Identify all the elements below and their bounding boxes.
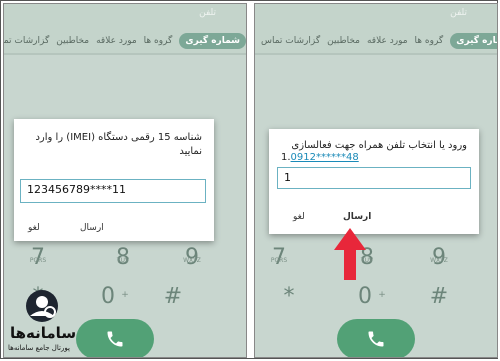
phone-icon [368, 331, 384, 347]
tab-call-logs[interactable]: گزارشات تماس [261, 36, 320, 46]
left-phone-screen: تلفن شماره گیری گروه ها مورد علاقه مخاطب… [3, 3, 247, 358]
tab-favorites[interactable]: مورد علاقه [96, 36, 137, 46]
phone-option[interactable]: 1.0912******48 [281, 152, 359, 163]
key-9-letters: WXYZ [183, 257, 201, 264]
app-title: تلفن [450, 8, 467, 18]
imei-dialog-message: شناسه 15 رقمی دستگاه (IMEI) را وارد نمای… [35, 132, 202, 157]
red-arrow-icon [334, 228, 366, 280]
tab-groups[interactable]: گروه ها [415, 36, 444, 46]
send-button[interactable]: ارسال [343, 212, 371, 222]
app-bar: تلفن شماره گیری گروه ها مورد علاقه مخاطب… [255, 4, 497, 55]
key-7-letters: PQRS [270, 257, 288, 264]
logo-tagline: پورتال جامع سامانه‌ها [8, 344, 70, 352]
activation-dialog-message: ورود یا انتخاب تلفن همراه جهت فعالسازی [291, 140, 467, 151]
send-button[interactable]: ارسال [80, 223, 104, 233]
right-phone-screen: تلفن شماره گیری گروه ها مورد علاقه مخاطب… [254, 3, 498, 358]
app-title: تلفن [199, 8, 216, 18]
logo-name: سامانه‌ها [10, 324, 77, 342]
call-button[interactable] [337, 319, 415, 357]
tab-contacts[interactable]: مخاطبین [327, 36, 360, 46]
tab-call-logs[interactable]: گزارشات تماس [4, 36, 49, 46]
tab-bar: شماره گیری گروه ها مورد علاقه مخاطبین گز… [4, 30, 246, 52]
key-hash[interactable]: # [419, 284, 459, 309]
tab-contacts[interactable]: مخاطبین [56, 36, 89, 46]
phone-icon [107, 331, 123, 347]
tab-dialpad[interactable]: شماره گیری [450, 33, 497, 49]
cancel-button[interactable]: لغو [28, 223, 40, 233]
key-0-plus: + [378, 290, 386, 300]
key-0-plus: + [121, 290, 129, 300]
imei-dialog: شناسه 15 رقمی دستگاه (IMEI) را وارد نمای… [14, 119, 214, 241]
tab-dialpad[interactable]: شماره گیری [179, 33, 246, 49]
key-7-letters: PQRS [29, 257, 47, 264]
key-9-letters: WXYZ [430, 257, 448, 264]
tab-favorites[interactable]: مورد علاقه [367, 36, 408, 46]
tab-bar: شماره گیری گروه ها مورد علاقه مخاطبین گز… [261, 30, 497, 52]
cancel-button[interactable]: لغو [293, 212, 305, 222]
key-star[interactable]: * [269, 284, 309, 309]
activation-dialog: ورود یا انتخاب تلفن همراه جهت فعالسازی 1… [269, 129, 479, 234]
phone-number-link[interactable]: 0912******48 [291, 152, 359, 163]
key-hash[interactable]: # [153, 284, 193, 309]
phone-input[interactable]: 1 [277, 167, 471, 189]
key-8-letters: TUV [116, 257, 130, 264]
app-bar: تلفن شماره گیری گروه ها مورد علاقه مخاطب… [4, 4, 246, 55]
imei-input[interactable]: 123456789****11 [20, 179, 206, 203]
tab-groups[interactable]: گروه ها [144, 36, 173, 46]
phone-option-index: 1. [281, 152, 291, 163]
